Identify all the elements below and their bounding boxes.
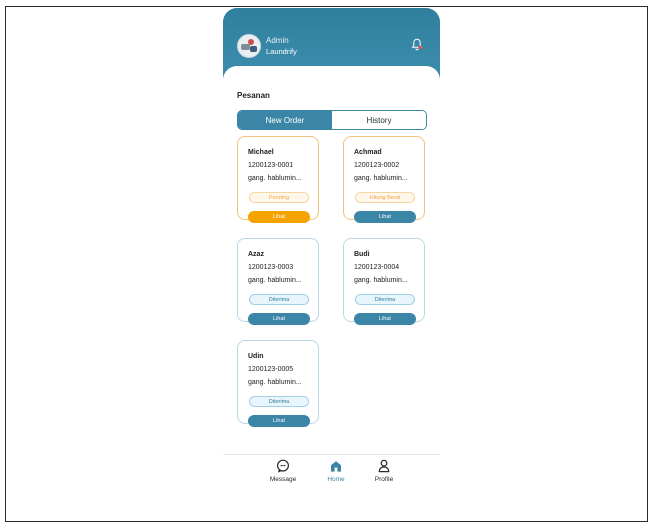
customer-name: Azaz	[248, 251, 264, 258]
order-card[interactable]: Azaz 1200123-0003 gang. hablumin... Dite…	[237, 238, 319, 325]
status-badge: Diterima	[249, 294, 309, 305]
customer-address: gang. hablumin...	[354, 175, 408, 182]
customer-address: gang. hablumin...	[248, 277, 302, 284]
message-icon	[276, 459, 290, 473]
order-code: 1200123-0001	[248, 162, 294, 169]
order-card[interactable]: Budi 1200123-0004 gang. hablumin... Dite…	[343, 238, 425, 325]
order-code: 1200123-0003	[248, 264, 294, 271]
view-button[interactable]: Lihat	[248, 415, 310, 427]
phone-screen: Admin Laundrify Pesanan New Order Histor…	[223, 8, 440, 490]
customer-name: Udin	[248, 353, 264, 360]
nav-label: Profile	[374, 476, 394, 483]
order-code: 1200123-0005	[248, 366, 294, 373]
view-button[interactable]: Lihat	[248, 313, 310, 325]
view-button[interactable]: Lihat	[354, 211, 416, 223]
orders-panel: Pesanan New Order History Michael 120012…	[223, 66, 440, 456]
customer-address: gang. hablumin...	[248, 379, 302, 386]
status-badge: Diterima	[355, 294, 415, 305]
view-button[interactable]: Lihat	[354, 313, 416, 325]
customer-name: Achmad	[354, 149, 382, 156]
order-tabs: New Order History	[237, 110, 427, 130]
user-role: Admin	[266, 36, 289, 45]
status-badge: Hitung Berat	[355, 192, 415, 203]
nav-profile[interactable]: Profile	[364, 459, 404, 483]
section-title: Pesanan	[237, 91, 270, 100]
order-card[interactable]: Udin 1200123-0005 gang. hablumin... Dite…	[237, 340, 319, 427]
order-code: 1200123-0002	[354, 162, 400, 169]
order-card[interactable]: Achmad 1200123-0002 gang. hablumin... Hi…	[343, 136, 425, 223]
profile-icon	[377, 459, 391, 473]
nav-label: Message	[269, 476, 297, 483]
tab-new-order[interactable]: New Order	[238, 111, 332, 129]
nav-message[interactable]: Message	[263, 459, 303, 483]
status-badge: Diterima	[249, 396, 309, 407]
status-badge: Pending	[249, 192, 309, 203]
nav-home[interactable]: Home	[316, 459, 356, 483]
bottom-navigation: Message Home Profile	[223, 454, 440, 490]
app-name: Laundrify	[266, 47, 297, 56]
nav-label: Home	[327, 476, 345, 483]
customer-name: Michael	[248, 149, 274, 156]
user-avatar-icon[interactable]	[237, 34, 261, 58]
bell-icon[interactable]	[411, 38, 423, 51]
view-button[interactable]: Lihat	[248, 211, 310, 223]
order-card[interactable]: Michael 1200123-0001 gang. hablumin... P…	[237, 136, 319, 223]
customer-address: gang. hablumin...	[248, 175, 302, 182]
order-code: 1200123-0004	[354, 264, 400, 271]
home-icon	[329, 459, 343, 473]
customer-name: Budi	[354, 251, 370, 258]
customer-address: gang. hablumin...	[354, 277, 408, 284]
tab-history[interactable]: History	[332, 111, 426, 129]
